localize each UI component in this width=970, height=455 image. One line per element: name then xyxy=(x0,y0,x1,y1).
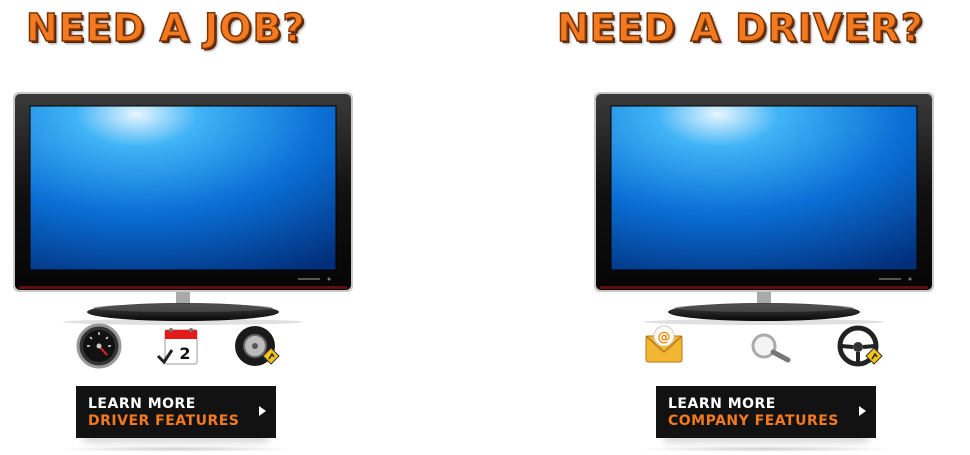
button-shadow xyxy=(636,446,896,452)
calendar-day: 2 xyxy=(179,344,190,363)
email-icon: @ xyxy=(640,322,688,370)
steering-wheel-icon xyxy=(836,322,884,370)
play-arrow-icon xyxy=(259,406,266,416)
svg-text:@: @ xyxy=(658,330,671,345)
calendar-icon: 2 xyxy=(155,322,203,370)
tv-monitor-left xyxy=(13,92,353,332)
magnifier-icon xyxy=(744,322,792,370)
play-arrow-icon xyxy=(859,406,866,416)
need-a-job-heading: NEED A JOB? xyxy=(25,5,306,51)
button-line-1: LEARN MORE xyxy=(668,396,776,412)
need-a-driver-heading: NEED A DRIVER? xyxy=(556,5,924,51)
button-line-2: DRIVER FEATURES xyxy=(88,413,240,429)
speedometer-icon xyxy=(75,322,123,370)
learn-more-company-features-button[interactable]: LEARN MORE COMPANY FEATURES xyxy=(656,386,876,438)
tv-monitor-right xyxy=(594,92,934,332)
tire-icon xyxy=(233,322,281,370)
driver-feature-icons: 2 xyxy=(70,322,290,374)
learn-more-driver-features-button[interactable]: LEARN MORE DRIVER FEATURES xyxy=(76,386,276,438)
company-feature-icons: @ xyxy=(640,322,890,374)
button-line-2: COMPANY FEATURES xyxy=(668,413,839,429)
button-line-1: LEARN MORE xyxy=(88,396,196,412)
button-shadow xyxy=(56,446,296,452)
